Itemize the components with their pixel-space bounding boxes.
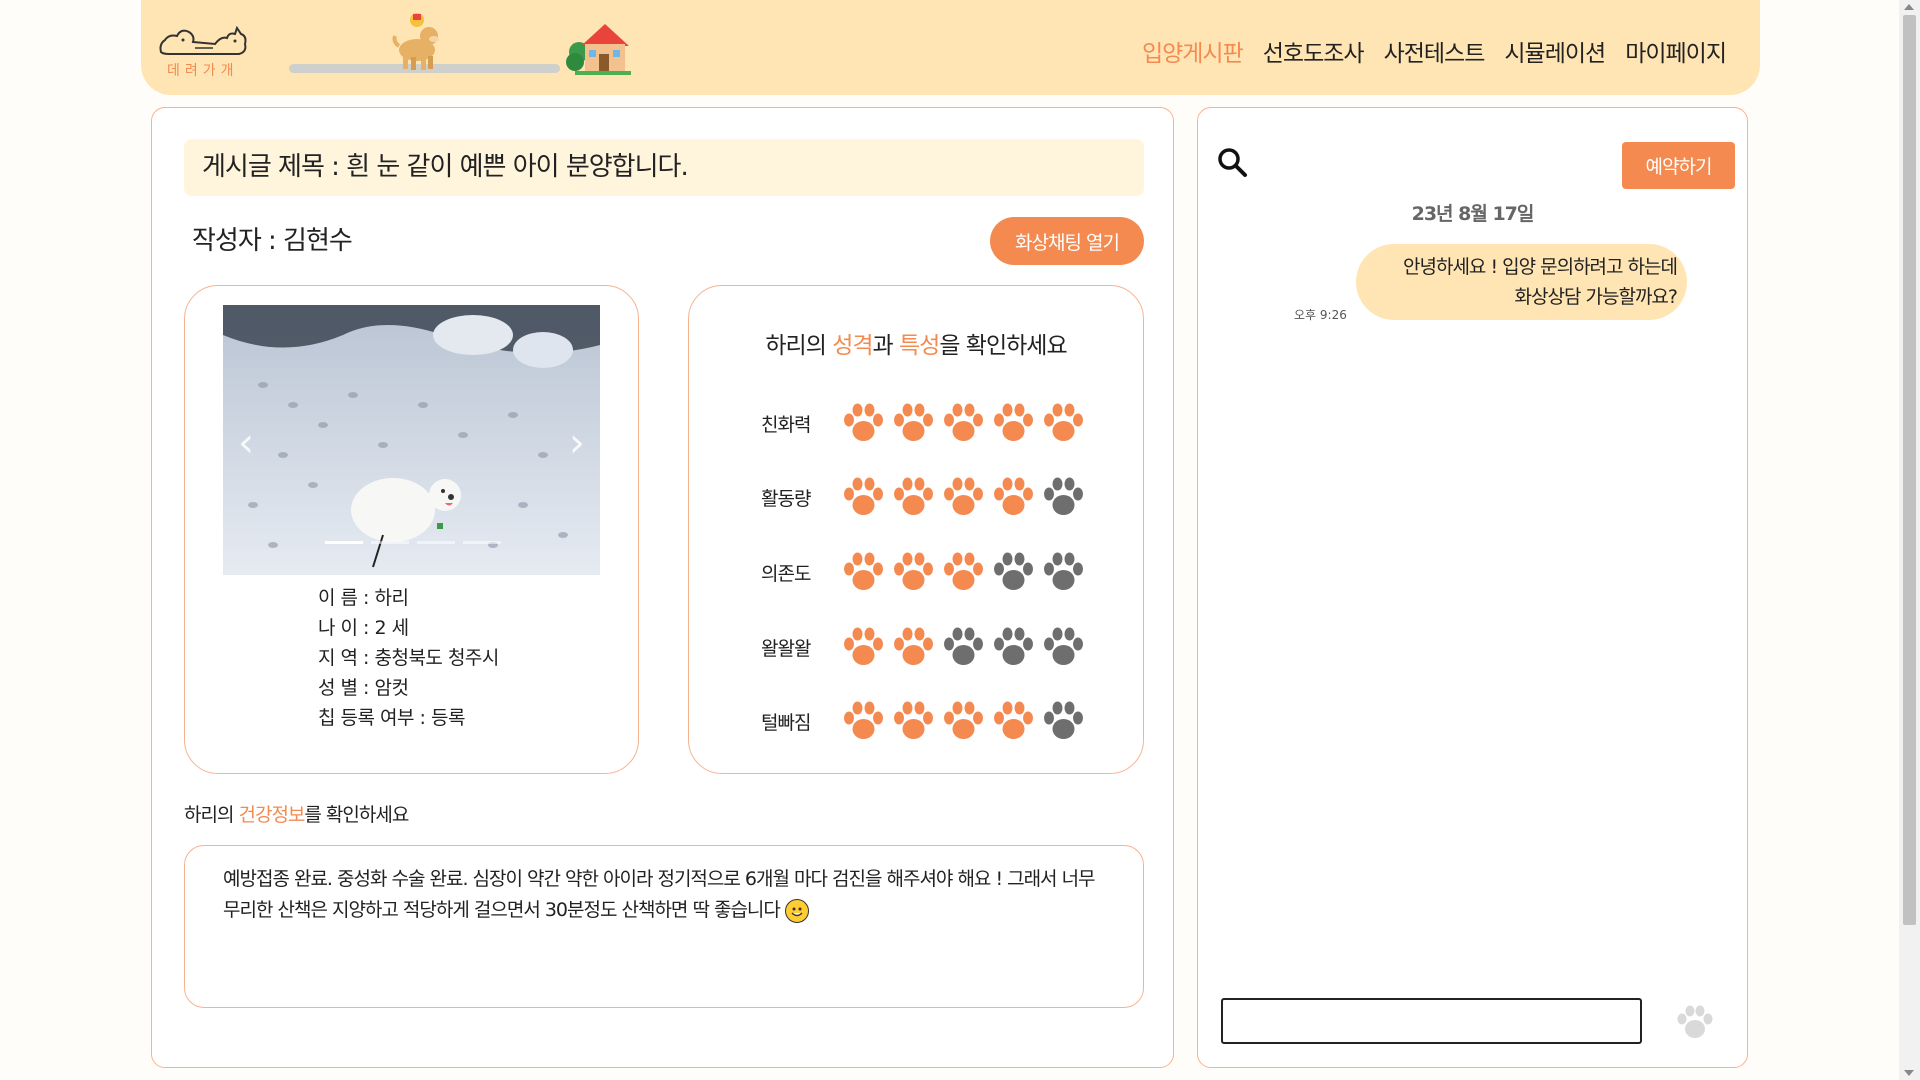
main-nav: 입양게시판 선호도조사 사전테스트 시뮬레이션 마이페이지 <box>1142 34 1727 68</box>
traits-title-prefix: 하리의 <box>765 333 833 359</box>
trait-row: 왈왈왈 <box>761 626 1086 669</box>
chat-message-bubble: 안녕하세요 ! 입양 문의하려고 하는데 화상상담 가능할까요? <box>1356 244 1687 320</box>
carousel-prev-arrow-icon[interactable]: ‹ <box>238 423 254 463</box>
paw-icon <box>991 476 1036 519</box>
trait-score-paws <box>841 402 1086 445</box>
trait-score-paws <box>841 700 1086 743</box>
nav-preference-survey[interactable]: 선호도조사 <box>1263 34 1365 68</box>
pet-sex: 성 별 : 암컷 <box>318 677 409 699</box>
traits-title: 하리의 성격과 특성을 확인하세요 <box>689 326 1143 360</box>
chat-panel: 예약하기 23년 8월 17일 오후 9:26 안녕하세요 ! 입양 문의하려고… <box>1197 107 1748 1068</box>
nav-pre-test[interactable]: 사전테스트 <box>1384 34 1486 68</box>
carousel-indicators <box>325 541 501 544</box>
post-detail-panel: 게시글 제목 : 흰 눈 같이 예쁜 아이 분양합니다. 작성자 : 김현수 화… <box>151 107 1174 1068</box>
paw-icon <box>841 402 886 445</box>
trait-score-paws <box>841 551 1086 594</box>
paw-icon <box>941 626 986 669</box>
traits-title-personality: 성격 <box>832 333 873 359</box>
paw-icon <box>891 700 936 743</box>
trait-row: 활동량 <box>761 476 1086 519</box>
paw-icon <box>991 626 1036 669</box>
health-info-text: 예방접종 완료. 중성화 수술 완료. 심장이 약간 약한 아이라 정기적으로 … <box>223 868 1096 921</box>
house-icon <box>565 16 631 76</box>
dog-icon <box>391 12 447 72</box>
trait-label: 의존도 <box>761 563 811 585</box>
paw-icon <box>841 476 886 519</box>
paw-icon <box>1041 476 1086 519</box>
chat-message-input[interactable] <box>1221 998 1642 1044</box>
health-title: 하리의 건강정보를 확인하세요 <box>184 800 409 827</box>
scroll-down-arrow-icon[interactable] <box>1904 1070 1914 1076</box>
scroll-up-arrow-icon[interactable] <box>1904 4 1914 10</box>
pet-info-card: ‹ › 이 름 : 하리 나 이 : 2 세 지 역 : 충청북도 청주시 성 … <box>184 285 639 774</box>
pet-age: 나 이 : 2 세 <box>318 617 409 639</box>
paw-icon <box>891 402 936 445</box>
paw-icon <box>991 402 1036 445</box>
search-icon[interactable] <box>1216 146 1248 178</box>
carousel-next-arrow-icon[interactable]: › <box>569 423 585 463</box>
paw-icon <box>841 626 886 669</box>
pet-region: 지 역 : 충청북도 청주시 <box>318 647 499 669</box>
message-line-2: 화상상담 가능할까요? <box>1514 286 1678 308</box>
paw-icon <box>941 551 986 594</box>
pet-chip-status: 칩 등록 여부 : 등록 <box>318 707 465 729</box>
trait-row: 털빠짐 <box>761 700 1086 743</box>
trait-label: 왈왈왈 <box>761 638 811 660</box>
carousel-indicator[interactable] <box>463 541 501 544</box>
message-time: 오후 9:26 <box>1294 308 1347 322</box>
smiling-face-icon <box>784 898 809 923</box>
paw-icon <box>991 700 1036 743</box>
paw-icon <box>1041 551 1086 594</box>
pet-photo-carousel[interactable]: ‹ › <box>223 305 600 575</box>
paw-icon <box>891 551 936 594</box>
trait-label: 활동량 <box>761 488 811 510</box>
traits-title-mid: 과 <box>872 333 899 359</box>
trait-row: 의존도 <box>761 551 1086 594</box>
trait-label: 친화력 <box>761 414 811 436</box>
paw-icon <box>841 700 886 743</box>
health-title-accent: 건강정보 <box>238 804 305 826</box>
paw-icon <box>841 551 886 594</box>
trait-label: 털빠짐 <box>761 712 811 734</box>
paw-icon <box>891 626 936 669</box>
message-line-1: 안녕하세요 ! 입양 문의하려고 하는데 <box>1403 256 1678 278</box>
carousel-indicator[interactable] <box>371 541 409 544</box>
carousel-indicator[interactable] <box>325 541 363 544</box>
nav-simulation[interactable]: 시뮬레이션 <box>1504 34 1606 68</box>
traits-title-suffix: 을 확인하세요 <box>939 333 1067 359</box>
page-scrollbar[interactable] <box>1899 0 1920 1080</box>
paw-send-icon[interactable] <box>1675 1003 1715 1041</box>
paw-icon <box>1041 402 1086 445</box>
paw-icon <box>1041 700 1086 743</box>
paw-icon <box>891 476 936 519</box>
trait-row: 친화력 <box>761 402 1086 445</box>
chat-date: 23년 8월 17일 <box>1411 203 1535 225</box>
trait-score-paws <box>841 476 1086 519</box>
paw-icon <box>991 551 1036 594</box>
nav-adoption-board[interactable]: 입양게시판 <box>1142 34 1244 68</box>
reserve-button[interactable]: 예약하기 <box>1622 142 1735 189</box>
scroll-thumb[interactable] <box>1903 15 1916 925</box>
post-title: 게시글 제목 : 흰 눈 같이 예쁜 아이 분양합니다. <box>184 139 1144 196</box>
pet-traits-card: 하리의 성격과 특성을 확인하세요 친화력 활동량 의존도 왈왈왈 털빠짐 <box>688 285 1144 774</box>
trait-score-paws <box>841 626 1086 669</box>
paw-icon <box>941 700 986 743</box>
pet-info-list: 이 름 : 하리 나 이 : 2 세 지 역 : 충청북도 청주시 성 별 : … <box>318 583 499 733</box>
header: 데려가개 입양게시판 선호도조사 사전테스트 시뮬레이션 마이페이지 <box>141 0 1760 95</box>
health-info-box: 예방접종 완료. 중성화 수술 완료. 심장이 약간 약한 아이라 정기적으로 … <box>184 845 1144 1008</box>
post-author: 작성자 : 김현수 <box>192 226 353 256</box>
health-title-suffix: 를 확인하세요 <box>304 804 409 826</box>
open-video-chat-button[interactable]: 화상채팅 열기 <box>990 217 1144 265</box>
health-title-prefix: 하리의 <box>184 804 239 826</box>
traits-title-characteristics: 특성 <box>899 333 940 359</box>
pet-name: 이 름 : 하리 <box>318 587 409 609</box>
logo-text: 데려가개 <box>167 63 239 79</box>
paw-icon <box>941 476 986 519</box>
nav-my-page[interactable]: 마이페이지 <box>1625 34 1727 68</box>
paw-icon <box>941 402 986 445</box>
carousel-indicator[interactable] <box>417 541 455 544</box>
pet-photo <box>223 305 600 575</box>
paw-icon <box>1041 626 1086 669</box>
dog-cat-logo-icon <box>159 25 247 55</box>
